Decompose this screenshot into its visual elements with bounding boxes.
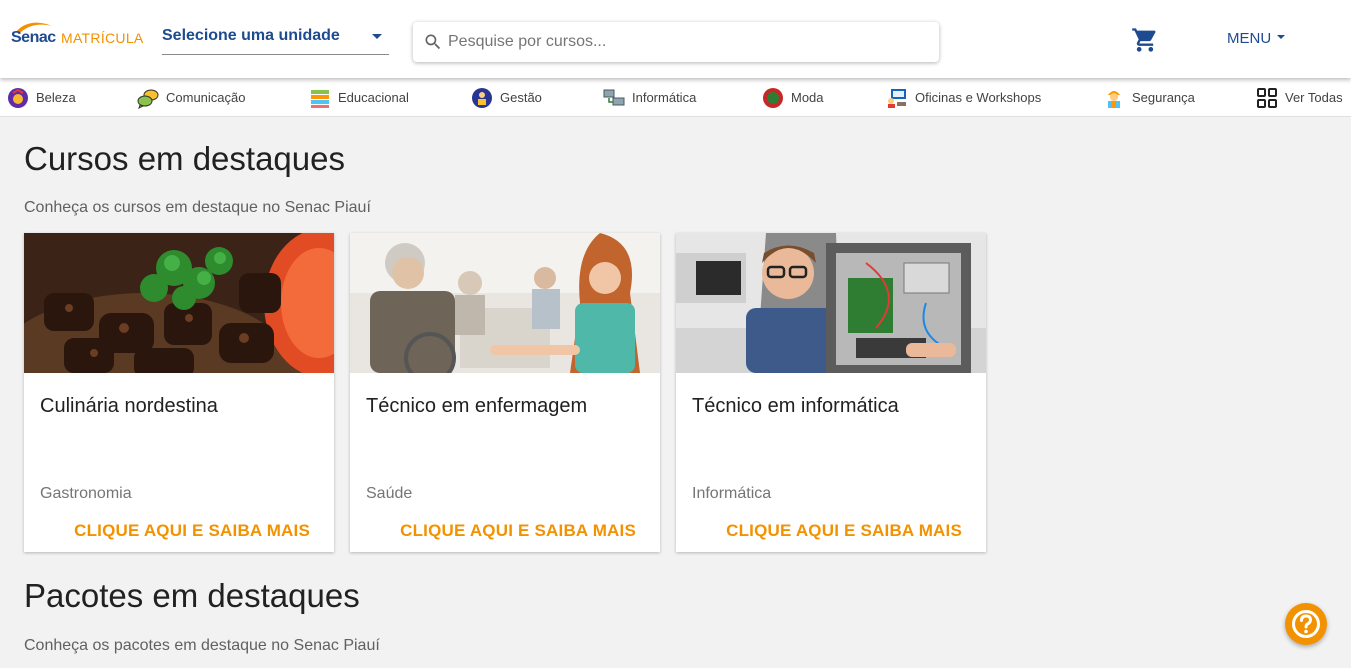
category-label: Moda — [791, 90, 824, 105]
nurse-elderly-image — [350, 233, 660, 373]
search-bar — [413, 22, 939, 62]
question-mark-icon — [1292, 610, 1320, 638]
search-input[interactable] — [448, 22, 928, 62]
grid-icon — [1256, 87, 1278, 109]
featured-courses-subtitle: Conheça os cursos em destaque no Senac P… — [24, 199, 371, 216]
course-category: Saúde — [366, 485, 413, 502]
featured-packages-subtitle: Conheça os pacotes em destaque no Senac … — [24, 637, 380, 654]
logo-brand-text: Senac — [11, 29, 56, 46]
category-label: Informática — [632, 90, 697, 105]
category-educacional[interactable]: Educacional — [309, 78, 409, 117]
category-bar: Beleza Comunicação Educacional Gestão In… — [0, 78, 1351, 117]
search-icon — [425, 34, 441, 50]
help-button[interactable] — [1285, 603, 1327, 645]
category-label: Ver Todas — [1285, 90, 1343, 105]
featured-packages-title: Pacotes em destaques — [24, 577, 360, 614]
learn-more-link[interactable]: CLIQUE AQUI E SAIBA MAIS — [400, 521, 636, 541]
grilled-meat-image — [24, 233, 334, 373]
category-label: Oficinas e Workshops — [915, 90, 1042, 105]
course-card[interactable]: Técnico em informática Informática CLIQU… — [676, 233, 986, 552]
unit-select-label: Selecione uma unidade — [162, 27, 340, 44]
category-label: Comunicação — [166, 90, 246, 105]
category-label: Segurança — [1132, 90, 1195, 105]
caret-down-icon — [372, 34, 382, 39]
category-label: Beleza — [36, 90, 76, 105]
course-title: Culinária nordestina — [40, 395, 218, 417]
senac-matricula-logo[interactable]: Senac MATRÍCULA — [11, 20, 143, 52]
workshop-icon — [886, 87, 908, 109]
course-title: Técnico em informática — [692, 395, 899, 417]
course-category: Informática — [692, 485, 772, 502]
computers-icon — [603, 87, 625, 109]
learn-more-link[interactable]: CLIQUE AQUI E SAIBA MAIS — [726, 521, 962, 541]
course-card[interactable]: Técnico em enfermagem Saúde CLIQUE AQUI … — [350, 233, 660, 552]
unit-select-dropdown[interactable]: Selecione uma unidade — [162, 22, 389, 55]
featured-courses-title: Cursos em destaques — [24, 140, 345, 177]
safety-worker-icon — [1103, 87, 1125, 109]
books-icon — [309, 87, 331, 109]
learn-more-link[interactable]: CLIQUE AQUI E SAIBA MAIS — [74, 521, 310, 541]
course-title: Técnico em enfermagem — [366, 395, 588, 417]
management-icon — [471, 87, 493, 109]
category-informatica[interactable]: Informática — [603, 78, 696, 117]
chat-bubbles-icon — [137, 87, 159, 109]
beauty-icon — [7, 87, 29, 109]
category-moda[interactable]: Moda — [762, 78, 824, 117]
category-label: Educacional — [338, 90, 409, 105]
caret-down-icon — [1277, 34, 1286, 39]
category-label: Gestão — [500, 90, 542, 105]
category-beleza[interactable]: Beleza — [7, 78, 76, 117]
menu-button[interactable]: MENU — [1227, 30, 1286, 50]
menu-label: MENU — [1227, 30, 1272, 47]
course-card[interactable]: Culinária nordestina Gastronomia CLIQUE … — [24, 233, 334, 552]
category-gestao[interactable]: Gestão — [471, 78, 542, 117]
computer-technician-image — [676, 233, 986, 373]
logo-product-text: MATRÍCULA — [61, 30, 144, 46]
course-category: Gastronomia — [40, 485, 132, 502]
shopping-cart-icon[interactable] — [1131, 26, 1159, 54]
fashion-icon — [762, 87, 784, 109]
category-seguranca[interactable]: Segurança — [1103, 78, 1195, 117]
top-header: Senac MATRÍCULA Selecione uma unidade ME… — [0, 0, 1351, 78]
category-oficinas-workshops[interactable]: Oficinas e Workshops — [886, 78, 1041, 117]
category-comunicacao[interactable]: Comunicação — [137, 78, 246, 117]
category-ver-todas[interactable]: Ver Todas — [1256, 78, 1343, 117]
